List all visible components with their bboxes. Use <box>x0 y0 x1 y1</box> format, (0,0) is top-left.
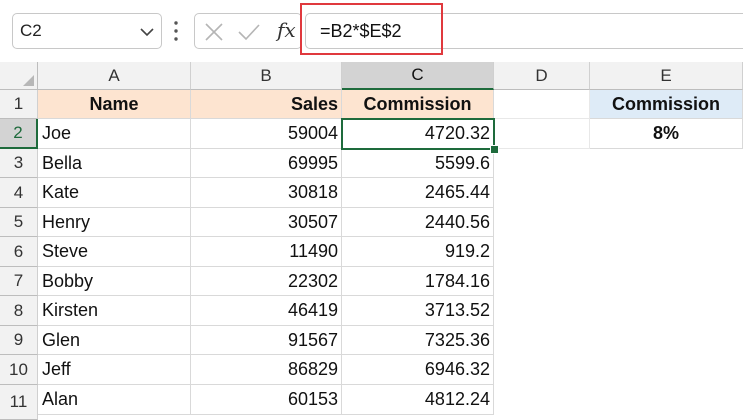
row-header-2[interactable]: 2 <box>0 119 38 149</box>
formula-input[interactable]: =B2*$E$2 <box>305 13 743 49</box>
header-cell-sales[interactable]: Sales <box>191 90 342 119</box>
table-cell-name[interactable]: Kate <box>38 178 191 208</box>
table-cell-commission[interactable]: 5599.6 <box>342 149 494 178</box>
table-cell-name[interactable]: Bella <box>38 149 191 178</box>
table-cell-name[interactable]: Kirsten <box>38 296 191 326</box>
column-header-b[interactable]: B <box>191 62 342 90</box>
row-header-5[interactable]: 5 <box>0 208 38 237</box>
x-icon[interactable] <box>204 22 224 42</box>
column-header-a[interactable]: A <box>38 62 191 90</box>
header-cell-name[interactable]: Name <box>38 90 191 119</box>
vertical-ellipsis-icon[interactable] <box>172 18 180 44</box>
table-cell-sales[interactable]: 91567 <box>191 326 342 355</box>
table-cell-sales[interactable]: 59004 <box>191 119 342 149</box>
cell-d1[interactable] <box>494 90 590 119</box>
table-cell-commission[interactable]: 919.2 <box>342 237 494 267</box>
table-cell-sales[interactable]: 11490 <box>191 237 342 267</box>
side-header-commission[interactable]: Commission <box>590 90 743 119</box>
row-header-4[interactable]: 4 <box>0 178 38 208</box>
select-all-triangle-icon[interactable] <box>23 75 34 86</box>
name-box[interactable]: C2 <box>12 13 162 49</box>
table-cell-sales[interactable]: 46419 <box>191 296 342 326</box>
row-header-7[interactable]: 7 <box>0 267 38 296</box>
row-header-6[interactable]: 6 <box>0 237 38 267</box>
table-cell-name[interactable]: Joe <box>38 119 191 149</box>
commission-rate-cell[interactable]: 8% <box>590 119 743 149</box>
row-header-1[interactable]: 1 <box>0 90 38 119</box>
select-all-corner[interactable] <box>0 62 38 90</box>
formula-text[interactable]: =B2*$E$2 <box>320 21 402 42</box>
table-cell-commission[interactable]: 1784.16 <box>342 267 494 296</box>
fx-icon[interactable]: fx <box>277 18 296 42</box>
formula-bar-area: C2 fx =B2*$E$2 <box>0 0 743 62</box>
table-cell-commission[interactable]: 4812.24 <box>342 385 494 415</box>
table-cell-sales[interactable]: 86829 <box>191 355 342 385</box>
chevron-down-icon[interactable] <box>139 25 155 39</box>
table-cell-sales[interactable]: 30818 <box>191 178 342 208</box>
row-header-8[interactable]: 8 <box>0 296 38 326</box>
table-cell-name[interactable]: Bobby <box>38 267 191 296</box>
table-cell-commission[interactable]: 2440.56 <box>342 208 494 237</box>
table-cell-sales[interactable]: 30507 <box>191 208 342 237</box>
table-cell-commission[interactable]: 2465.44 <box>342 178 494 208</box>
table-cell-name[interactable]: Jeff <box>38 355 191 385</box>
cell-d2[interactable] <box>494 119 590 149</box>
table-cell-commission[interactable]: 6946.32 <box>342 355 494 385</box>
table-cell-name[interactable]: Henry <box>38 208 191 237</box>
checkmark-icon[interactable] <box>237 22 261 42</box>
table-cell-sales[interactable]: 22302 <box>191 267 342 296</box>
table-cell-sales[interactable]: 60153 <box>191 385 342 415</box>
fill-handle[interactable] <box>490 145 499 154</box>
table-cell-name[interactable]: Glen <box>38 326 191 355</box>
table-cell-commission[interactable]: 3713.52 <box>342 296 494 326</box>
table-cell-commission[interactable]: 4720.32 <box>342 119 494 149</box>
column-header-c[interactable]: C <box>342 62 494 90</box>
header-cell-commission[interactable]: Commission <box>342 90 494 119</box>
column-header-e[interactable]: E <box>590 62 743 90</box>
row-header-9[interactable]: 9 <box>0 326 38 355</box>
table-cell-name[interactable]: Steve <box>38 237 191 267</box>
formula-buttons: fx <box>194 13 302 49</box>
row-header-3[interactable]: 3 <box>0 149 38 178</box>
name-box-value[interactable]: C2 <box>20 21 42 41</box>
table-cell-name[interactable]: Alan <box>38 385 191 415</box>
column-header-d[interactable]: D <box>494 62 590 90</box>
table-cell-sales[interactable]: 69995 <box>191 149 342 178</box>
row-header-10[interactable]: 10 <box>0 355 38 385</box>
row-header-11[interactable]: 11 <box>0 385 38 420</box>
table-cell-commission[interactable]: 7325.36 <box>342 326 494 355</box>
